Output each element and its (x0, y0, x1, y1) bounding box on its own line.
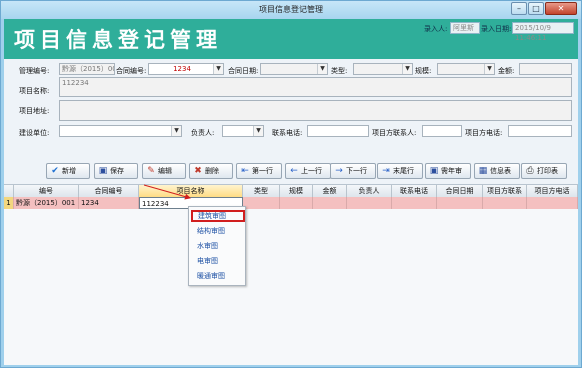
close-button[interactable]: ✕ (545, 2, 577, 15)
maximize-button[interactable]: □ (528, 2, 544, 15)
main-panel: 项目信息登记管理 录入人: 阿里斯 录入日期: 2015/10/9 11:46:… (4, 19, 578, 365)
minimize-button[interactable]: – (511, 2, 527, 15)
window-title: 项目信息登记管理 (259, 5, 323, 14)
app-window: 项目信息登记管理 – □ ✕ 项目信息登记管理 录入人: 阿里斯 录入日期: 2… (0, 0, 582, 368)
title-bar: 项目信息登记管理 – □ ✕ (1, 1, 581, 19)
annotation-arrow (143, 184, 191, 200)
